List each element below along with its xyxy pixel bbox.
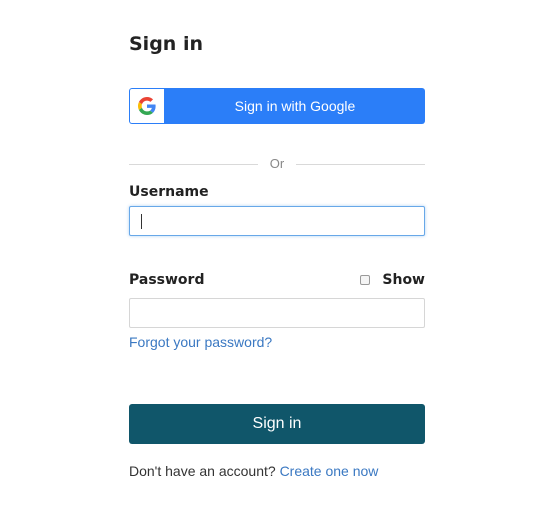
password-label: Password [129,272,205,288]
username-input[interactable] [129,206,425,236]
or-divider: Or [129,156,425,172]
signup-prompt-text: Don't have an account? [129,463,280,479]
google-g-icon [130,89,164,123]
google-sign-in-button[interactable]: Sign in with Google [129,88,425,124]
divider-line-right [296,164,425,165]
password-input[interactable] [129,298,425,328]
page-title: Sign in [129,33,203,55]
signup-prompt-line: Don't have an account? Create one now [129,463,378,479]
sign-in-button[interactable]: Sign in [129,404,425,444]
text-caret [141,214,142,229]
create-account-link[interactable]: Create one now [280,463,379,479]
show-password-toggle[interactable]: Show [360,272,425,288]
show-password-checkbox[interactable] [360,275,371,285]
google-sign-in-label: Sign in with Google [234,98,356,114]
username-label: Username [129,184,209,200]
show-password-label: Show [382,272,425,288]
forgot-password-link[interactable]: Forgot your password? [129,334,272,350]
